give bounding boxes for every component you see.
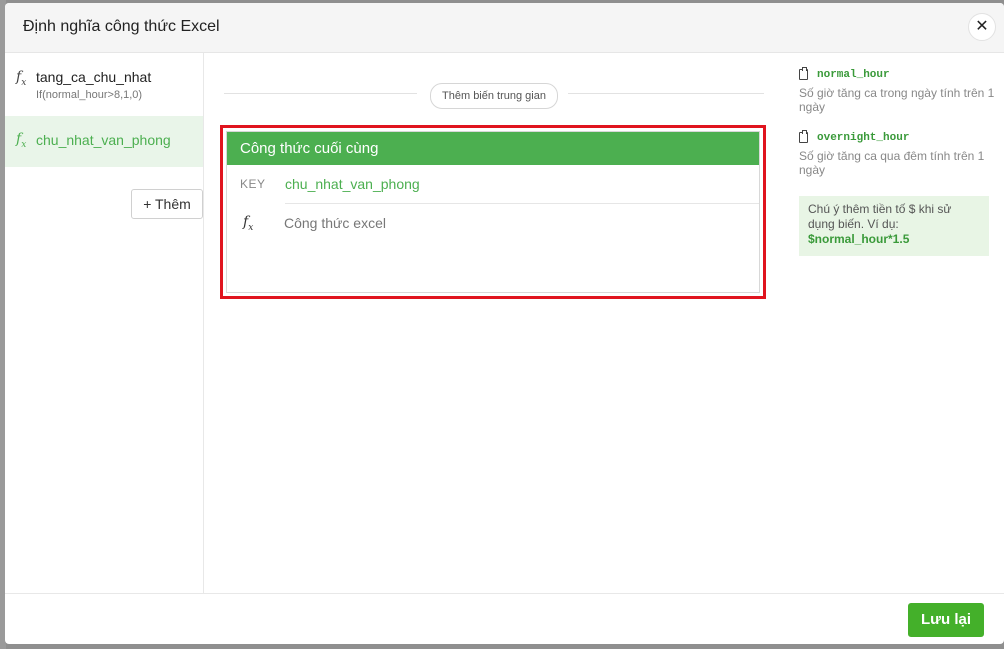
add-intermediate-variable-label: Thêm biến trung gian [442, 90, 546, 102]
close-icon: ✕ [975, 18, 989, 35]
formula-item-name: chu_nhat_van_phong [36, 132, 171, 148]
usage-note-example: $normal_hour*1.5 [808, 232, 910, 246]
save-button[interactable]: Lưu lại [908, 603, 984, 637]
fx-icon: fx [243, 214, 254, 233]
variable-description: Số giờ tăng ca qua đêm tính trên 1 ngày [799, 149, 985, 177]
save-button-label: Lưu lại [920, 611, 972, 628]
formula-item-name: tang_ca_chu_nhat [36, 69, 152, 85]
divider [285, 203, 759, 204]
dialog-footer: Lưu lại [5, 593, 1004, 644]
variables-panel: normal_hour Số giờ tăng ca trong ngày tí… [779, 53, 1004, 593]
dialog-header: Định nghĩa công thức Excel ✕ [5, 3, 1004, 53]
final-formula-card: Công thức cuối cùng KEY chu_nhat_van_pho… [226, 131, 760, 293]
formula-item-tang-ca-chu-nhat[interactable]: fx tang_ca_chu_nhat If(normal_hour>8,1,0… [5, 53, 203, 115]
close-button[interactable]: ✕ [968, 13, 996, 41]
divider [568, 93, 764, 94]
variable-description: Số giờ tăng ca trong ngày tính trên 1 ng… [799, 86, 995, 114]
fx-icon: fx [16, 131, 27, 150]
formula-input[interactable] [284, 210, 744, 236]
clipboard-icon[interactable] [799, 130, 808, 143]
final-formula-title: Công thức cuối cùng [227, 132, 759, 165]
key-value: chu_nhat_van_phong [285, 176, 420, 192]
formula-list-panel: fx tang_ca_chu_nhat If(normal_hour>8,1,0… [5, 53, 204, 593]
add-formula-label: + Thêm [143, 196, 191, 212]
variable-name[interactable]: overnight_hour [817, 132, 909, 144]
add-intermediate-variable-button[interactable]: Thêm biến trung gian [430, 83, 558, 109]
dialog-title: Định nghĩa công thức Excel [23, 18, 220, 35]
excel-formula-dialog: Định nghĩa công thức Excel ✕ fx tang_ca_… [5, 3, 1004, 644]
variable-name[interactable]: normal_hour [817, 69, 890, 81]
formula-editor-panel: Thêm biến trung gian Công thức cuối cùng… [204, 53, 779, 593]
highlight-outline: Công thức cuối cùng KEY chu_nhat_van_pho… [220, 125, 766, 299]
formula-item-chu-nhat-van-phong[interactable]: fx chu_nhat_van_phong [5, 116, 203, 167]
divider [224, 93, 417, 94]
add-formula-button[interactable]: + Thêm [131, 189, 203, 219]
key-label: KEY [240, 177, 266, 191]
usage-note-text: Chú ý thêm tiền tố $ khi sử dụng biến. V… [808, 202, 952, 231]
fx-icon: fx [16, 69, 27, 88]
usage-note: Chú ý thêm tiền tố $ khi sử dụng biến. V… [799, 196, 989, 256]
clipboard-icon[interactable] [799, 67, 808, 80]
formula-item-expression: If(normal_hour>8,1,0) [36, 89, 143, 101]
